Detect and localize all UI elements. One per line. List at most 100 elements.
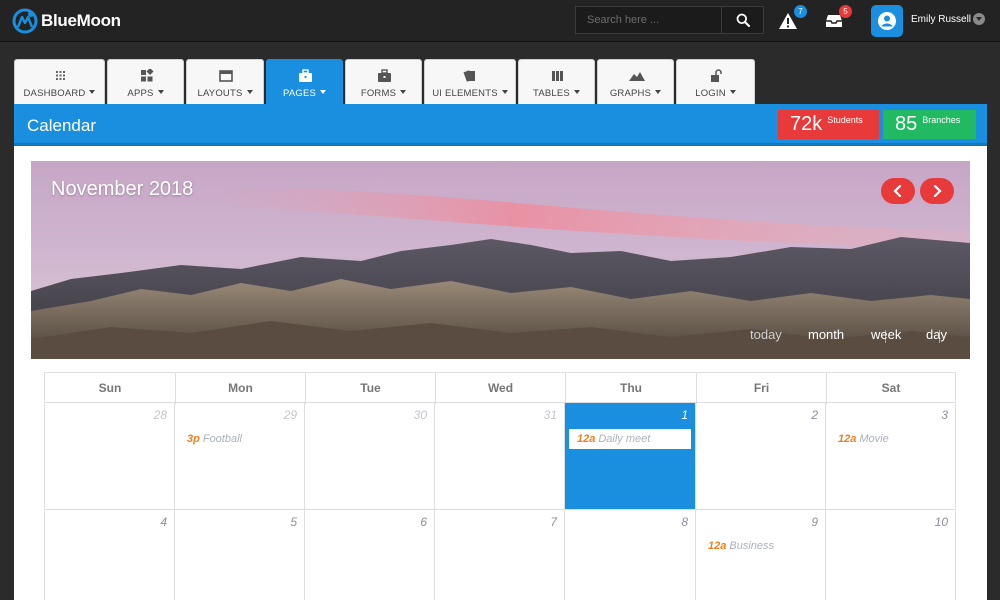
- calendar-event-business[interactable]: 12a Business: [708, 540, 774, 552]
- weekday-sat: Sat: [881, 381, 901, 395]
- search-input[interactable]: [576, 7, 721, 33]
- nav-tab-label: FORMS: [346, 88, 421, 99]
- event-time: 3p: [187, 433, 200, 445]
- weekday-wed: Wed: [436, 373, 566, 404]
- unlock-icon: [711, 69, 722, 82]
- nav-tab-label: DASHBOARD: [15, 88, 104, 99]
- nav-tab-login[interactable]: LOGIN: [676, 59, 755, 104]
- view-day-button[interactable]: day: [926, 327, 947, 342]
- day-cell[interactable]: 29 3p Football: [175, 403, 305, 510]
- search-box: [575, 6, 764, 34]
- cards-icon: [463, 70, 475, 82]
- event-time: 12a: [577, 433, 596, 445]
- inbox-button[interactable]: 5: [823, 5, 852, 32]
- user-name[interactable]: Emily Russell: [911, 14, 971, 25]
- nav-tab-apps[interactable]: APPS: [107, 59, 184, 104]
- nav-tab-layouts[interactable]: LAYOUTS: [186, 59, 264, 104]
- day-cell-today[interactable]: 1 12a Daily meet: [565, 403, 696, 510]
- alerts-count-badge: 7: [794, 5, 807, 18]
- alerts-button[interactable]: 7: [778, 5, 807, 32]
- day-number: 6: [420, 515, 427, 529]
- calendar-month-title: November 2018: [51, 178, 194, 200]
- day-number: 10: [934, 515, 948, 529]
- day-number: 8: [681, 515, 688, 529]
- day-cell[interactable]: 8: [565, 510, 696, 600]
- day-number: 29: [283, 408, 297, 422]
- weekday-mon: Mon: [176, 373, 306, 404]
- top-bar: BlueMoon 7 5 Emily Russell: [0, 0, 1000, 42]
- weekday-sun: Sun: [45, 373, 176, 404]
- branches-stat-label: Branches: [922, 115, 961, 125]
- day-number: 4: [160, 515, 167, 529]
- columns-icon: [552, 71, 563, 81]
- mountain-chart-icon: [629, 72, 645, 81]
- dashboard-icon: [56, 71, 65, 80]
- nav-tab-graphs[interactable]: GRAPHS: [597, 59, 674, 104]
- brand-logo[interactable]: BlueMoon: [12, 6, 121, 36]
- nav-tab-label: TABLES: [519, 88, 594, 99]
- previous-month-button[interactable]: [881, 178, 915, 204]
- day-cell[interactable]: 30: [305, 403, 435, 510]
- day-number: 31: [543, 408, 557, 422]
- nav-tab-label: UI ELEMENTS: [425, 88, 515, 99]
- calendar-banner: November 2018 today month week day: [31, 161, 970, 359]
- apps-grid-icon: [141, 69, 154, 82]
- user-avatar[interactable]: [871, 5, 903, 37]
- weekday-fri: Fri: [697, 373, 827, 404]
- branches-stat: 85 Branches: [883, 110, 976, 139]
- weekday-header: Sun Mon Tue Wed Thu Fri Sat: [44, 372, 956, 404]
- day-number: 2: [811, 408, 818, 422]
- students-stat-value: 72k: [790, 113, 823, 135]
- day-cell[interactable]: 5: [175, 510, 305, 600]
- day-number: 5: [290, 515, 297, 529]
- day-cell[interactable]: 2: [696, 403, 826, 510]
- calendar-grid: Sun Mon Tue Wed Thu Fri Sat 28 29 3p Foot…: [44, 372, 956, 600]
- day-cell[interactable]: 6: [305, 510, 435, 600]
- nav-tab-pages[interactable]: PAGES: [266, 59, 343, 104]
- event-title: Movie: [859, 433, 889, 445]
- branches-stat-value: 85: [895, 113, 918, 135]
- day-cell[interactable]: 3 12a Movie: [826, 403, 956, 510]
- brand-name: BlueMoon: [41, 11, 121, 30]
- nav-tab-label: LAYOUTS: [187, 88, 263, 99]
- nav-tab-dashboard[interactable]: DASHBOARD: [14, 59, 105, 104]
- chevron-left-icon: [893, 185, 902, 197]
- weekday-thu: Thu: [566, 373, 697, 404]
- day-number: 28: [153, 408, 167, 422]
- user-icon: [878, 12, 896, 30]
- nav-tab-label: APPS: [108, 88, 183, 99]
- nav-tab-label: PAGES: [267, 88, 342, 99]
- nav-tab-label: GRAPHS: [598, 88, 673, 99]
- day-number: 3: [941, 408, 948, 422]
- calendar-event-football[interactable]: 3p Football: [187, 433, 242, 445]
- day-cell[interactable]: 28: [44, 403, 175, 510]
- page-title: Calendar: [27, 116, 96, 135]
- students-stat: 72k Students: [778, 110, 879, 139]
- nav-tab-ui-elements[interactable]: UI ELEMENTS: [424, 59, 516, 104]
- briefcase-icon: [299, 69, 312, 82]
- day-cell[interactable]: 10: [826, 510, 956, 600]
- day-number: 1: [681, 408, 688, 422]
- next-month-button[interactable]: [920, 178, 954, 204]
- calendar-event-movie[interactable]: 12a Movie: [838, 433, 889, 445]
- view-month-button[interactable]: month: [808, 327, 844, 342]
- nav-tab-tables[interactable]: TABLES: [518, 59, 595, 104]
- day-cell[interactable]: 7: [435, 510, 565, 600]
- weekday-tue: Tue: [306, 373, 436, 404]
- day-number: 30: [413, 408, 427, 422]
- view-week-button[interactable]: week: [871, 327, 901, 342]
- user-menu-chevron-down-icon[interactable]: [973, 13, 985, 25]
- view-today-button[interactable]: today: [750, 327, 782, 342]
- day-cell[interactable]: 4: [44, 510, 175, 600]
- day-cell[interactable]: 31: [435, 403, 565, 510]
- calendar-event-daily-meet[interactable]: 12a Daily meet: [569, 429, 691, 449]
- search-icon: [736, 13, 750, 27]
- search-button[interactable]: [721, 7, 763, 33]
- day-cell[interactable]: 9 12a Business: [696, 510, 826, 600]
- students-stat-label: Students: [827, 115, 863, 125]
- moon-logo-icon: [12, 8, 38, 34]
- day-number: 7: [550, 515, 557, 529]
- briefcase-icon: [378, 69, 391, 82]
- nav-tab-forms[interactable]: FORMS: [345, 59, 422, 104]
- event-time: 12a: [838, 433, 857, 445]
